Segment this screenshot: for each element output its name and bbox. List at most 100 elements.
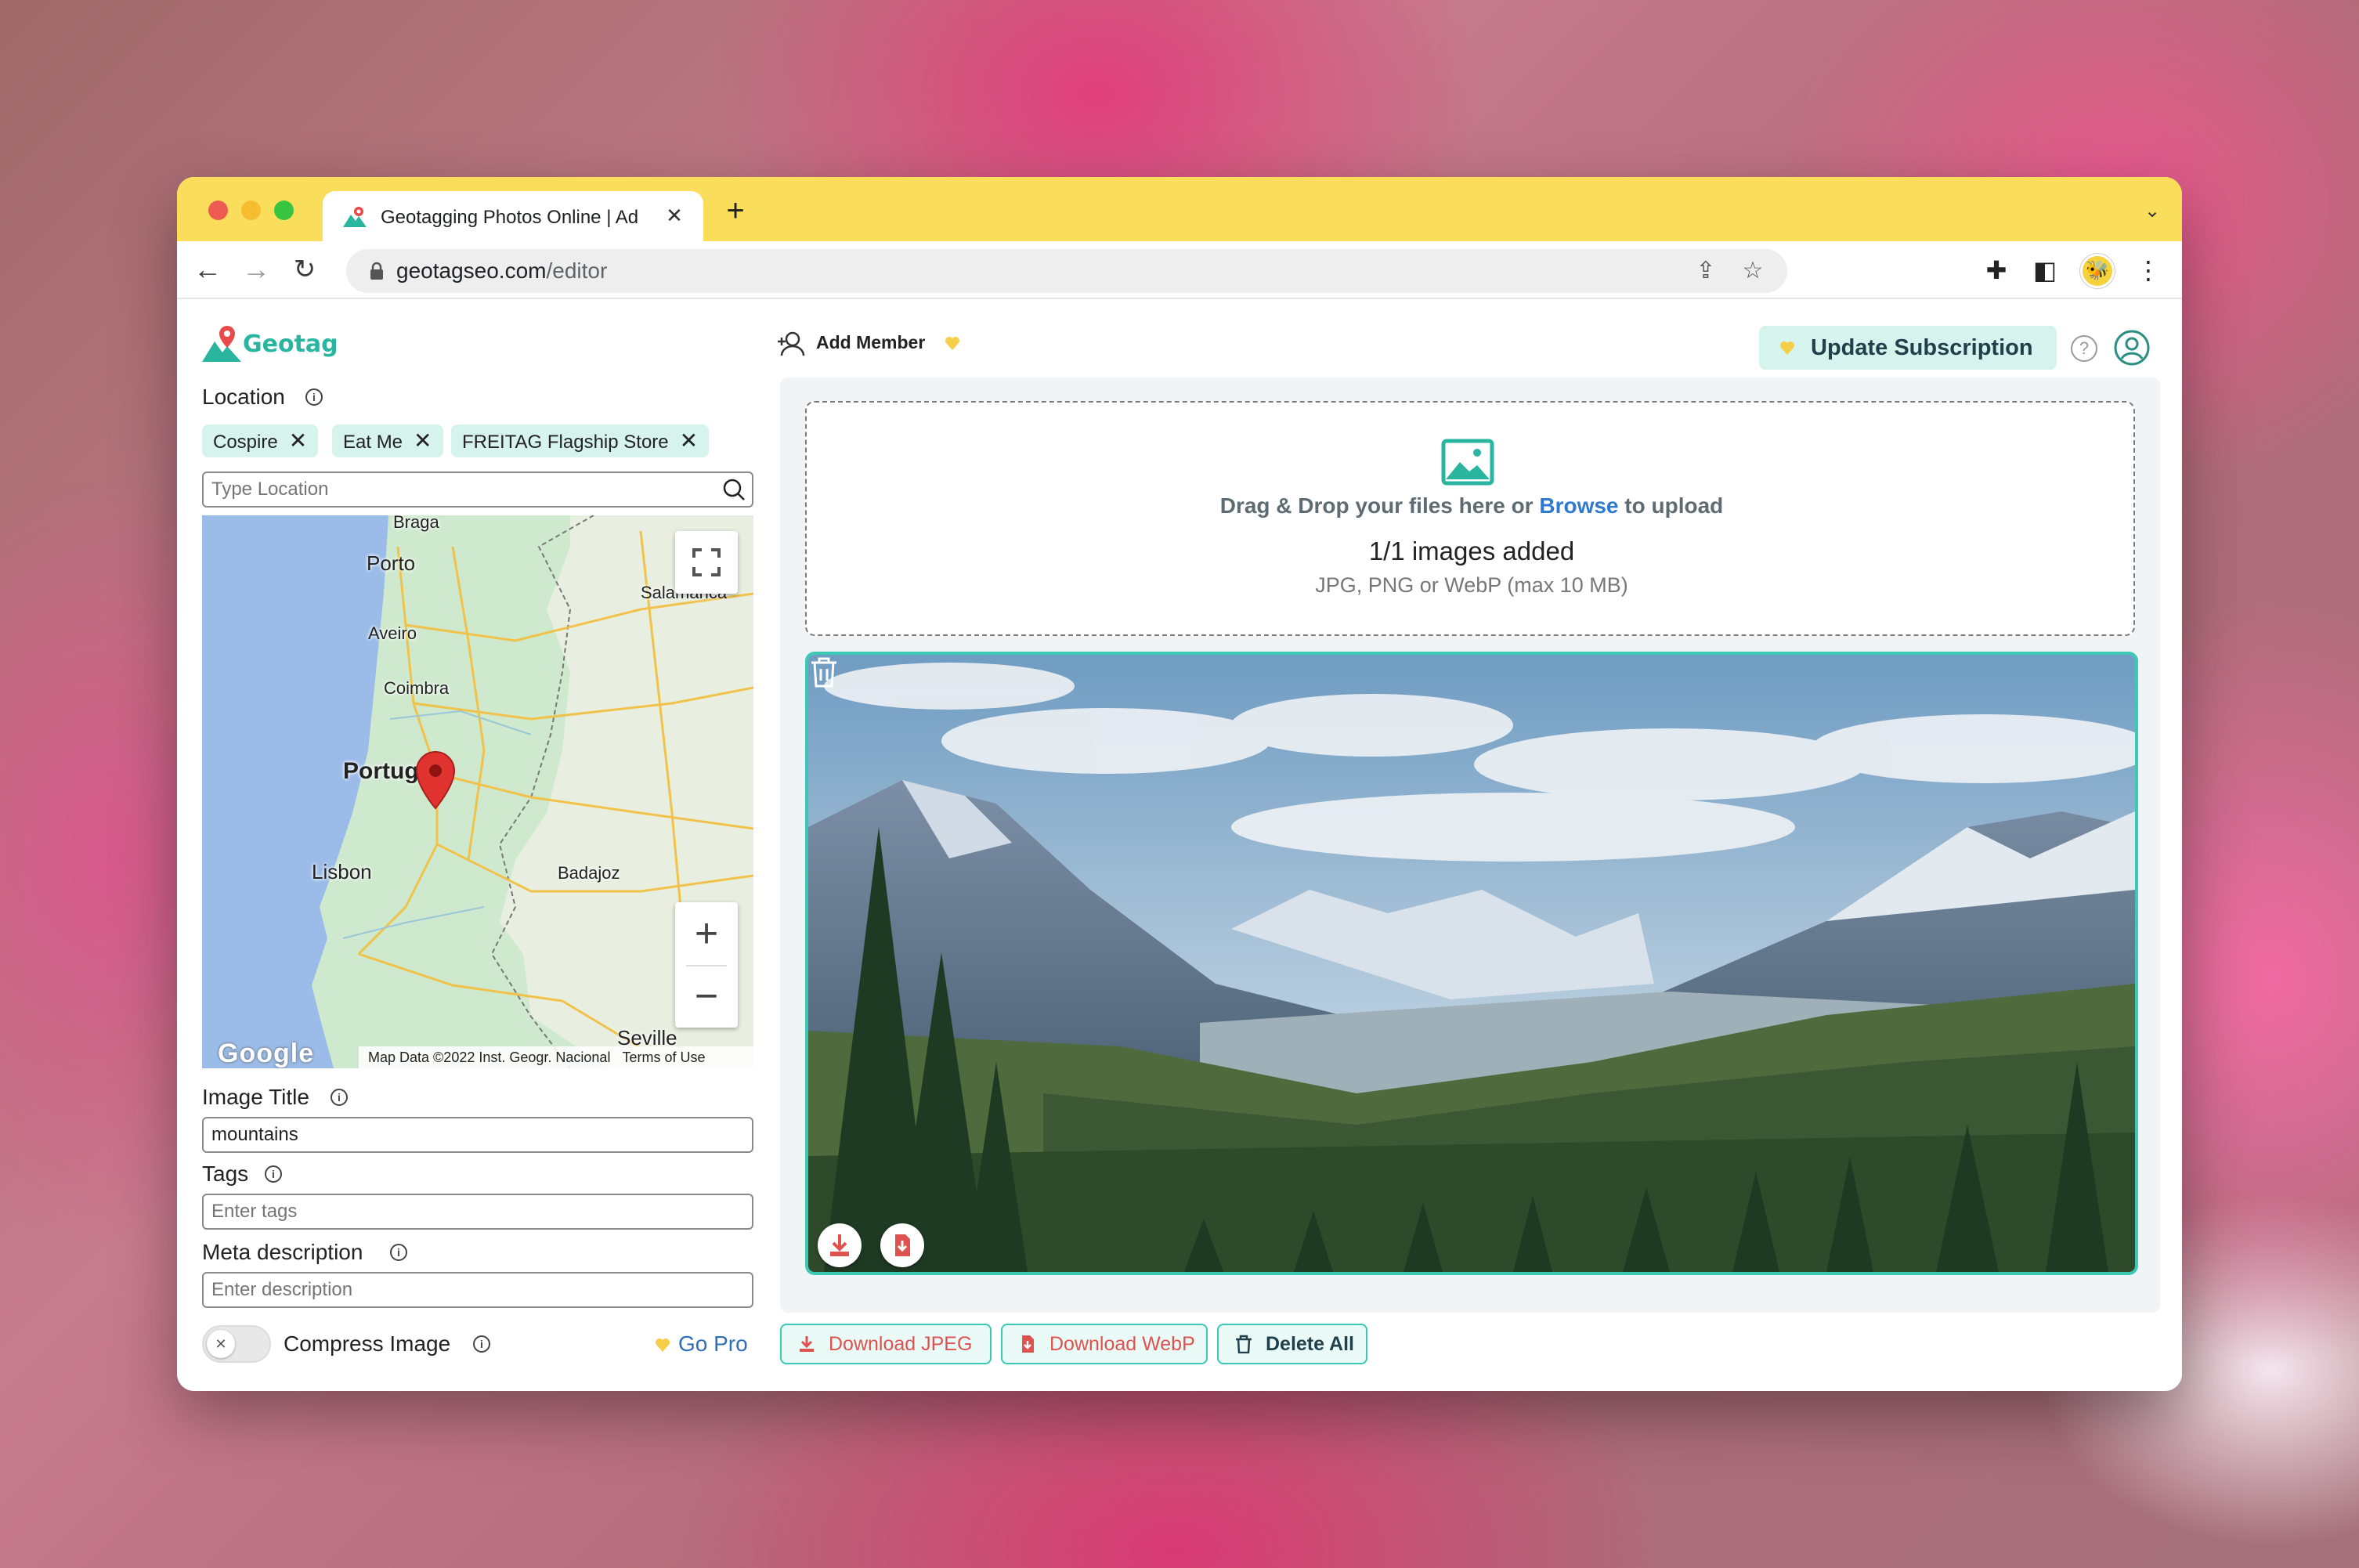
geotag-logo-icon (202, 326, 241, 362)
compress-toggle[interactable]: ✕ (202, 1325, 271, 1363)
upload-dropzone[interactable]: Drag & Drop your files here or Browse to… (805, 401, 2135, 636)
maximize-window-button[interactable] (274, 201, 294, 220)
more-menu-icon[interactable]: ⋮ (2132, 254, 2165, 287)
export-photo-button[interactable] (880, 1223, 924, 1267)
images-added-count: 1/1 images added (1368, 537, 1575, 565)
tags-input[interactable]: Enter tags (202, 1194, 753, 1230)
map-label: Aveiro (368, 623, 417, 643)
trash-icon (1236, 1335, 1252, 1353)
meta-description-label: Meta description (202, 1240, 363, 1264)
location-chip: FREITAG Flagship Store ✕ (451, 425, 710, 457)
download-jpeg-label: Download JPEG (829, 1333, 973, 1355)
map-data-credit: Map Data ©2022 Inst. Geogr. Nacional (368, 1050, 611, 1065)
update-subscription-button[interactable]: Update Subscription (1759, 326, 2057, 370)
image-title-input[interactable]: mountains (202, 1117, 753, 1153)
search-icon[interactable] (722, 478, 746, 501)
account-icon[interactable] (2113, 329, 2151, 367)
help-icon[interactable]: ? (2071, 335, 2097, 362)
go-pro-link[interactable]: Go Pro (655, 1331, 748, 1357)
zoom-controls: + − (675, 902, 738, 1028)
download-icon (800, 1336, 814, 1352)
accepted-formats: JPG, PNG or WebP (max 10 MB) (1315, 573, 1628, 597)
add-member-button[interactable]: Add Member (777, 329, 968, 357)
add-user-icon (778, 331, 805, 356)
download-webp-button[interactable]: Download WebP (1001, 1324, 1208, 1364)
location-chip: Eat Me ✕ (332, 425, 443, 457)
browser-tab[interactable]: Geotagging Photos Online | Ad ✕ (323, 191, 703, 241)
location-map[interactable]: Braga Porto Salamanca Aveiro Coimbra Por… (202, 515, 753, 1068)
info-icon[interactable]: i (305, 388, 323, 406)
url-text: geotagseo.com/editor (396, 258, 607, 284)
minimize-window-button[interactable] (241, 201, 261, 220)
tags-label: Tags (202, 1162, 249, 1186)
chevron-down-icon[interactable]: ⌄ (2138, 197, 2166, 226)
add-member-label: Add Member (816, 332, 926, 352)
chip-label: FREITAG Flagship Store (462, 432, 669, 453)
fullscreen-icon (692, 548, 721, 576)
lock-icon (370, 262, 383, 280)
share-icon[interactable]: ⇪ (1692, 257, 1720, 285)
drop-prefix: Drag & Drop your files here or (1219, 493, 1540, 518)
info-icon[interactable]: i (265, 1165, 282, 1183)
remove-chip-icon[interactable]: ✕ (414, 425, 432, 457)
file-export-icon (895, 1234, 910, 1256)
trash-icon[interactable] (808, 655, 840, 689)
back-arrow-icon[interactable]: ← (190, 251, 226, 287)
heart-icon (1780, 341, 1794, 355)
geotag-logo[interactable]: Geotag (200, 323, 338, 365)
uploaded-photo-card[interactable] (805, 652, 2138, 1275)
reload-icon[interactable]: ↻ (287, 251, 323, 287)
bookmark-star-icon[interactable]: ☆ (1739, 257, 1767, 285)
update-subscription-label: Update Subscription (1811, 335, 2033, 360)
download-webp-label: Download WebP (1049, 1333, 1195, 1355)
close-window-button[interactable] (208, 201, 228, 220)
map-label: Porto (367, 551, 416, 575)
google-logo: Google (218, 1039, 315, 1068)
location-search-input[interactable]: Type Location (202, 471, 753, 508)
image-title-label: Image Title (202, 1085, 309, 1109)
map-pin-icon[interactable] (414, 750, 457, 810)
side-panel-icon[interactable]: ◧ (2028, 254, 2061, 287)
zoom-out-icon[interactable]: − (675, 965, 738, 1028)
map-credit: Map Data ©2022 Inst. Geogr. Nacional Ter… (359, 1046, 753, 1068)
heart-icon (656, 1338, 670, 1352)
url-path: /editor (546, 258, 608, 283)
delete-all-button[interactable]: Delete All (1217, 1324, 1367, 1364)
chip-label: Eat Me (343, 432, 403, 453)
new-tab-button[interactable]: + (717, 193, 753, 229)
extensions-puzzle-icon[interactable]: ✚ (1980, 254, 2013, 287)
delete-all-label: Delete All (1266, 1333, 1355, 1355)
download-icon (830, 1234, 849, 1256)
logo-text: Geotag (243, 331, 338, 358)
remove-chip-icon[interactable]: ✕ (289, 425, 307, 457)
meta-description-input[interactable]: Enter description (202, 1272, 753, 1308)
remove-chip-icon[interactable]: ✕ (680, 425, 698, 457)
browse-link[interactable]: Browse (1539, 493, 1618, 518)
fullscreen-button[interactable] (675, 531, 738, 594)
toggle-knob: ✕ (207, 1330, 235, 1358)
image-upload-icon (1441, 439, 1494, 486)
info-icon[interactable]: i (473, 1335, 490, 1353)
browser-window: Geotagging Photos Online | Ad ✕ + ⌄ ← → … (177, 177, 2182, 1391)
editor-panel: Drag & Drop your files here or Browse to… (780, 378, 2160, 1313)
drop-suffix: to upload (1618, 493, 1724, 518)
heart-icon (945, 336, 959, 350)
geotag-favicon-icon (343, 207, 367, 227)
download-photo-button[interactable] (818, 1223, 862, 1267)
info-icon[interactable]: i (390, 1244, 407, 1261)
title-bar: Geotagging Photos Online | Ad ✕ + ⌄ (177, 177, 2182, 241)
compress-image-label: Compress Image (284, 1331, 451, 1356)
mountain-landscape-photo (808, 655, 2135, 1272)
location-placeholder: Type Location (211, 479, 329, 500)
terms-of-use-link[interactable]: Terms of Use (622, 1050, 705, 1065)
zoom-in-icon[interactable]: + (675, 902, 738, 965)
info-icon[interactable]: i (331, 1089, 348, 1106)
download-jpeg-button[interactable]: Download JPEG (780, 1324, 992, 1364)
tab-close-icon[interactable]: ✕ (663, 204, 686, 227)
forward-arrow-icon[interactable]: → (238, 251, 274, 287)
url-host: geotagseo.com (396, 258, 547, 283)
profile-avatar-icon[interactable]: 🐝 (2080, 254, 2115, 288)
address-bar[interactable]: geotagseo.com/editor ⇪ ☆ (346, 249, 1787, 293)
map-label: Lisbon (312, 860, 372, 883)
app-area: Geotag Location i Cospire ✕ Eat Me ✕ FREIT… (177, 299, 2182, 1391)
